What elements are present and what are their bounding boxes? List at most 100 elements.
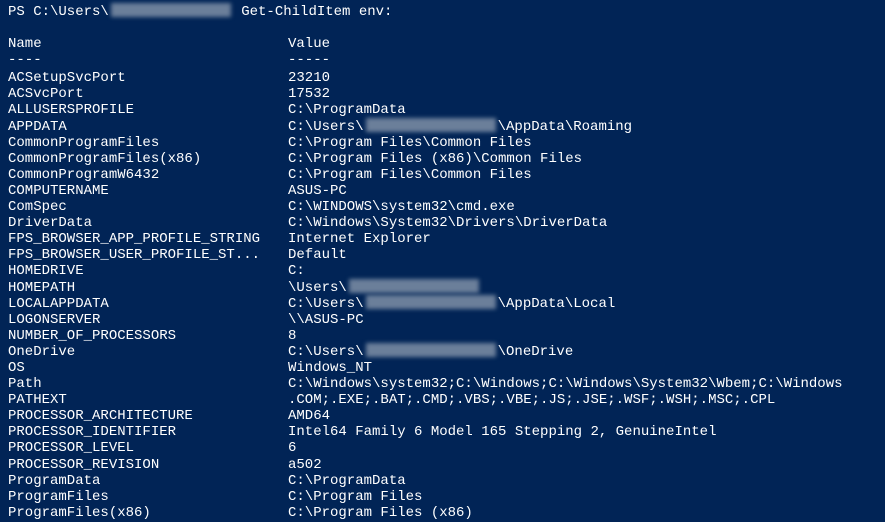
- env-row: PathC:\Windows\system32;C:\Windows;C:\Wi…: [8, 376, 877, 392]
- env-var-value: 17532: [288, 86, 877, 102]
- env-row: NUMBER_OF_PROCESSORS8: [8, 328, 877, 344]
- env-var-name: LOCALAPPDATA: [8, 296, 288, 312]
- env-var-value: \Users\: [288, 280, 877, 296]
- env-var-name: ALLUSERSPROFILE: [8, 102, 288, 118]
- env-var-name: FPS_BROWSER_APP_PROFILE_STRING: [8, 231, 288, 247]
- env-var-name: HOMEDRIVE: [8, 263, 288, 279]
- env-var-name: ACSvcPort: [8, 86, 288, 102]
- header-underline: ---- -----: [8, 52, 877, 68]
- env-row: FPS_BROWSER_USER_PROFILE_ST...Default: [8, 247, 877, 263]
- env-var-value: 23210: [288, 70, 877, 86]
- env-var-value: Intel64 Family 6 Model 165 Stepping 2, G…: [288, 424, 877, 440]
- env-var-value: Default: [288, 247, 877, 263]
- env-var-name: FPS_BROWSER_USER_PROFILE_ST...: [8, 247, 288, 263]
- redacted-segment: [349, 279, 479, 293]
- env-row: ProgramFiles(x86)C:\Program Files (x86): [8, 505, 877, 521]
- prompt-command: Get-ChildItem env:: [233, 4, 393, 20]
- env-var-value: C:\Program Files\Common Files: [288, 167, 877, 183]
- env-row: PROCESSOR_ARCHITECTUREAMD64: [8, 408, 877, 424]
- env-row: FPS_BROWSER_APP_PROFILE_STRINGInternet E…: [8, 231, 877, 247]
- env-var-name: Path: [8, 376, 288, 392]
- redacted-segment: [366, 295, 496, 309]
- env-row: CommonProgramW6432C:\Program Files\Commo…: [8, 167, 877, 183]
- env-var-value: C:\Users\ \AppData\Local: [288, 296, 877, 312]
- prompt-line: PS C:\Users\ Get-ChildItem env:: [8, 4, 877, 20]
- env-var-value: 8: [288, 328, 877, 344]
- env-row: DriverDataC:\Windows\System32\Drivers\Dr…: [8, 215, 877, 231]
- env-row: APPDATAC:\Users\\AppData\Roaming: [8, 119, 877, 135]
- header-name: Name: [8, 36, 288, 52]
- env-var-value: C:\Users\\AppData\Roaming: [288, 119, 877, 135]
- env-row: ProgramDataC:\ProgramData: [8, 473, 877, 489]
- value-suffix: \AppData\Local: [498, 296, 616, 312]
- env-var-value: C:\ProgramData: [288, 473, 877, 489]
- env-row: PROCESSOR_IDENTIFIERIntel64 Family 6 Mod…: [8, 424, 877, 440]
- env-var-value: 6: [288, 440, 877, 456]
- env-var-value: C:\Windows\System32\Drivers\DriverData: [288, 215, 877, 231]
- env-var-value: C:\WINDOWS\system32\cmd.exe: [288, 199, 877, 215]
- env-var-value: C:\Program Files (x86): [288, 505, 877, 521]
- env-row: ACSvcPort17532: [8, 86, 877, 102]
- env-var-name: APPDATA: [8, 119, 288, 135]
- env-row: PROCESSOR_LEVEL6: [8, 440, 877, 456]
- env-var-name: ComSpec: [8, 199, 288, 215]
- env-row: PATHEXT.COM;.EXE;.BAT;.CMD;.VBS;.VBE;.JS…: [8, 392, 877, 408]
- env-var-name: DriverData: [8, 215, 288, 231]
- env-var-name: NUMBER_OF_PROCESSORS: [8, 328, 288, 344]
- env-var-value: .COM;.EXE;.BAT;.CMD;.VBS;.VBE;.JS;.JSE;.…: [288, 392, 877, 408]
- env-row: ACSetupSvcPort23210: [8, 70, 877, 86]
- env-row: ProgramFilesC:\Program Files: [8, 489, 877, 505]
- header-row: Name Value: [8, 36, 877, 52]
- env-var-name: PROCESSOR_LEVEL: [8, 440, 288, 456]
- value-prefix: C:\Users\: [288, 296, 364, 312]
- env-var-value: \\ASUS-PC: [288, 312, 877, 328]
- env-var-value: a502: [288, 457, 877, 473]
- env-row: LOGONSERVER\\ASUS-PC: [8, 312, 877, 328]
- env-row: COMPUTERNAMEASUS-PC: [8, 183, 877, 199]
- env-var-value: C:\Windows\system32;C:\Windows;C:\Window…: [288, 376, 877, 392]
- env-var-value: C:\Program Files\Common Files: [288, 135, 877, 151]
- env-var-value: C:\Program Files (x86)\Common Files: [288, 151, 877, 167]
- redacted-segment: [366, 343, 496, 357]
- output-block: Name Value ---- ----- ACSetupSvcPort2321…: [8, 36, 877, 521]
- env-var-name: PROCESSOR_REVISION: [8, 457, 288, 473]
- redacted-username: [111, 3, 231, 17]
- env-row: PROCESSOR_REVISIONa502: [8, 457, 877, 473]
- env-var-name: COMPUTERNAME: [8, 183, 288, 199]
- env-var-value: Windows_NT: [288, 360, 877, 376]
- env-var-value: C:\ProgramData: [288, 102, 877, 118]
- env-var-value: C:\Users\ \OneDrive: [288, 344, 877, 360]
- env-var-name: PROCESSOR_IDENTIFIER: [8, 424, 288, 440]
- env-row: CommonProgramFiles(x86)C:\Program Files …: [8, 151, 877, 167]
- value-suffix: \OneDrive: [498, 344, 574, 360]
- value-prefix: \Users\: [288, 280, 347, 296]
- env-var-name: CommonProgramFiles(x86): [8, 151, 288, 167]
- env-row: OSWindows_NT: [8, 360, 877, 376]
- header-name-underline: ----: [8, 52, 288, 68]
- env-var-name: OS: [8, 360, 288, 376]
- env-var-name: PATHEXT: [8, 392, 288, 408]
- env-row: CommonProgramFilesC:\Program Files\Commo…: [8, 135, 877, 151]
- env-var-value: Internet Explorer: [288, 231, 877, 247]
- env-var-name: ProgramData: [8, 473, 288, 489]
- env-var-name: ProgramFiles: [8, 489, 288, 505]
- env-var-name: HOMEPATH: [8, 280, 288, 296]
- env-var-name: ProgramFiles(x86): [8, 505, 288, 521]
- env-row: LOCALAPPDATAC:\Users\ \AppData\Local: [8, 296, 877, 312]
- env-var-value: C:: [288, 263, 877, 279]
- env-var-name: CommonProgramFiles: [8, 135, 288, 151]
- env-var-name: CommonProgramW6432: [8, 167, 288, 183]
- env-var-value: AMD64: [288, 408, 877, 424]
- value-prefix: C:\Users\: [288, 119, 364, 135]
- env-row: ComSpecC:\WINDOWS\system32\cmd.exe: [8, 199, 877, 215]
- env-var-value: C:\Program Files: [288, 489, 877, 505]
- env-row: OneDriveC:\Users\ \OneDrive: [8, 344, 877, 360]
- env-var-value: ASUS-PC: [288, 183, 877, 199]
- header-value: Value: [288, 36, 877, 52]
- value-prefix: C:\Users\: [288, 344, 364, 360]
- env-row: HOMEPATH\Users\: [8, 280, 877, 296]
- env-row: HOMEDRIVEC:: [8, 263, 877, 279]
- redacted-segment: [366, 118, 496, 132]
- header-value-underline: -----: [288, 52, 877, 68]
- env-var-name: OneDrive: [8, 344, 288, 360]
